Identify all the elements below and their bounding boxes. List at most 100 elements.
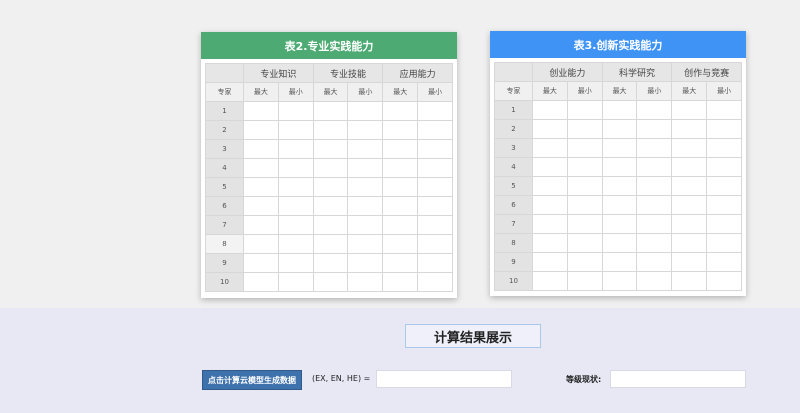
score-cell[interactable] [277, 101, 314, 121]
score-cell[interactable] [601, 100, 638, 120]
score-cell[interactable] [706, 195, 742, 215]
score-cell[interactable] [532, 100, 568, 120]
score-cell[interactable] [706, 157, 742, 177]
score-cell[interactable] [636, 100, 673, 120]
score-cell[interactable] [532, 271, 568, 291]
score-cell[interactable] [417, 120, 453, 140]
score-cell[interactable] [347, 139, 384, 159]
score-cell[interactable] [532, 195, 568, 215]
score-cell[interactable] [532, 176, 568, 196]
score-cell[interactable] [566, 157, 603, 177]
score-cell[interactable] [347, 177, 384, 197]
score-cell[interactable] [382, 196, 419, 216]
score-cell[interactable] [382, 139, 419, 159]
score-cell[interactable] [636, 157, 673, 177]
score-cell[interactable] [566, 195, 603, 215]
score-cell[interactable] [671, 157, 708, 177]
score-cell[interactable] [243, 120, 279, 140]
score-cell[interactable] [671, 214, 708, 234]
score-cell[interactable] [636, 195, 673, 215]
score-cell[interactable] [277, 272, 314, 292]
score-cell[interactable] [382, 120, 419, 140]
score-cell[interactable] [382, 234, 419, 254]
score-cell[interactable] [601, 252, 638, 272]
score-cell[interactable] [277, 253, 314, 273]
score-cell[interactable] [566, 176, 603, 196]
score-cell[interactable] [312, 101, 349, 121]
score-cell[interactable] [706, 214, 742, 234]
score-cell[interactable] [417, 101, 453, 121]
score-cell[interactable] [566, 233, 603, 253]
score-cell[interactable] [601, 195, 638, 215]
score-cell[interactable] [312, 196, 349, 216]
calculate-cloud-model-button[interactable]: 点击计算云模型生成数据 [202, 370, 302, 390]
score-cell[interactable] [566, 252, 603, 272]
score-cell[interactable] [532, 157, 568, 177]
score-cell[interactable] [417, 158, 453, 178]
score-cell[interactable] [382, 272, 419, 292]
score-cell[interactable] [277, 215, 314, 235]
score-cell[interactable] [601, 214, 638, 234]
score-cell[interactable] [706, 100, 742, 120]
score-cell[interactable] [312, 177, 349, 197]
score-cell[interactable] [566, 138, 603, 158]
score-cell[interactable] [636, 252, 673, 272]
score-cell[interactable] [566, 214, 603, 234]
score-cell[interactable] [566, 271, 603, 291]
score-cell[interactable] [532, 138, 568, 158]
score-cell[interactable] [706, 138, 742, 158]
score-cell[interactable] [601, 176, 638, 196]
score-cell[interactable] [312, 253, 349, 273]
score-cell[interactable] [243, 101, 279, 121]
score-cell[interactable] [671, 138, 708, 158]
score-cell[interactable] [566, 119, 603, 139]
score-cell[interactable] [347, 120, 384, 140]
score-cell[interactable] [601, 157, 638, 177]
score-cell[interactable] [417, 272, 453, 292]
score-cell[interactable] [243, 253, 279, 273]
score-cell[interactable] [312, 120, 349, 140]
score-cell[interactable] [277, 234, 314, 254]
score-cell[interactable] [706, 271, 742, 291]
score-cell[interactable] [347, 196, 384, 216]
score-cell[interactable] [601, 233, 638, 253]
score-cell[interactable] [243, 215, 279, 235]
score-cell[interactable] [671, 195, 708, 215]
score-cell[interactable] [417, 196, 453, 216]
score-cell[interactable] [417, 215, 453, 235]
score-cell[interactable] [347, 215, 384, 235]
score-cell[interactable] [601, 271, 638, 291]
score-cell[interactable] [601, 138, 638, 158]
score-cell[interactable] [243, 234, 279, 254]
score-cell[interactable] [671, 252, 708, 272]
score-cell[interactable] [636, 176, 673, 196]
score-cell[interactable] [532, 252, 568, 272]
score-cell[interactable] [671, 233, 708, 253]
score-cell[interactable] [671, 119, 708, 139]
score-cell[interactable] [277, 139, 314, 159]
score-cell[interactable] [243, 196, 279, 216]
score-cell[interactable] [706, 119, 742, 139]
score-cell[interactable] [532, 214, 568, 234]
score-cell[interactable] [636, 214, 673, 234]
score-cell[interactable] [601, 119, 638, 139]
score-cell[interactable] [636, 233, 673, 253]
score-cell[interactable] [347, 234, 384, 254]
score-cell[interactable] [706, 252, 742, 272]
score-cell[interactable] [706, 233, 742, 253]
score-cell[interactable] [347, 101, 384, 121]
score-cell[interactable] [312, 158, 349, 178]
score-cell[interactable] [532, 119, 568, 139]
score-cell[interactable] [417, 234, 453, 254]
score-cell[interactable] [347, 158, 384, 178]
ex-en-he-output-field[interactable] [376, 370, 512, 388]
score-cell[interactable] [243, 139, 279, 159]
score-cell[interactable] [636, 119, 673, 139]
level-status-field[interactable] [610, 370, 746, 388]
score-cell[interactable] [532, 233, 568, 253]
score-cell[interactable] [671, 271, 708, 291]
score-cell[interactable] [347, 253, 384, 273]
score-cell[interactable] [382, 253, 419, 273]
score-cell[interactable] [636, 138, 673, 158]
score-cell[interactable] [277, 120, 314, 140]
